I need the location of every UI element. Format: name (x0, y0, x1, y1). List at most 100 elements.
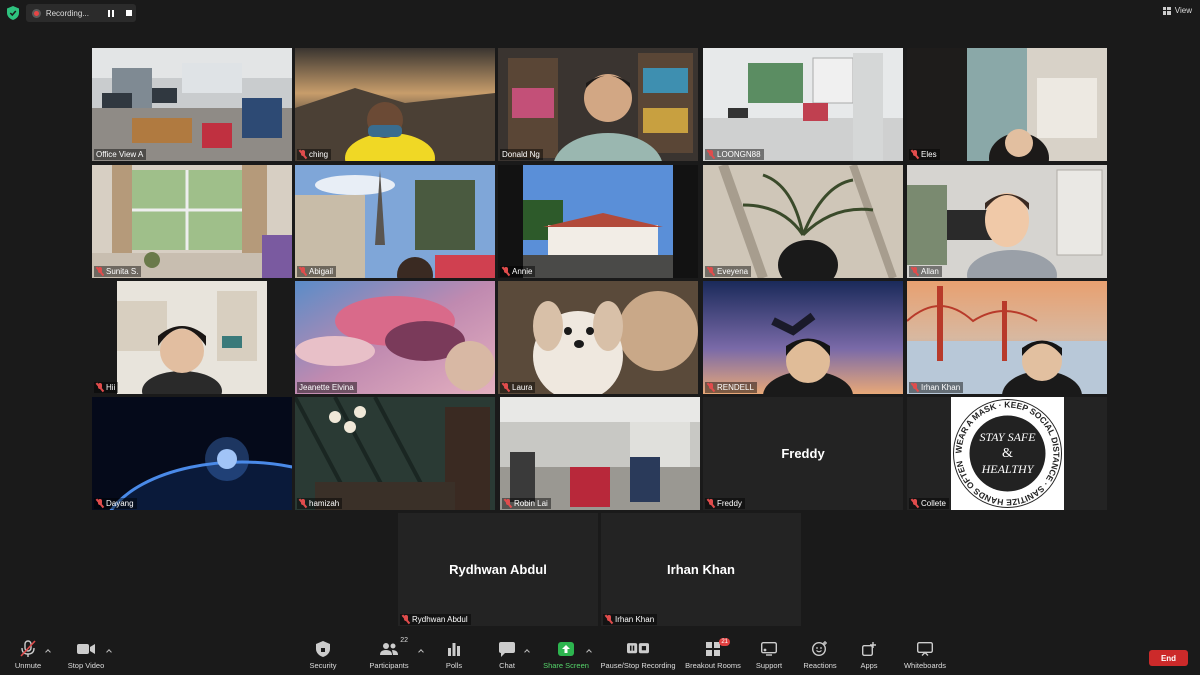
mic-muted-icon (911, 499, 919, 508)
video-tile-abigail[interactable]: Abigail (295, 165, 495, 278)
video-tile-eveyena[interactable]: Eveyena (703, 165, 903, 278)
video-tile-sunita-s[interactable]: Sunita S. (92, 165, 292, 278)
participant-name: Sunita S. (106, 267, 139, 276)
apps-icon (858, 640, 880, 658)
view-button[interactable]: View (1162, 6, 1192, 15)
grid-view-icon (1162, 6, 1171, 15)
video-tile-laura[interactable]: Laura (498, 281, 698, 394)
video-camera-icon (75, 640, 97, 658)
video-tile-irhan-khan-camera[interactable]: Irhan Khan (907, 281, 1107, 394)
pink-clouds-video-feed (295, 281, 495, 394)
video-options-chevron-icon[interactable] (106, 648, 112, 654)
video-tile-hii[interactable]: Hii (92, 281, 292, 394)
video-tile-hamizah[interactable]: hamizah (295, 397, 495, 510)
classroom-video-feed (703, 48, 903, 161)
participant-name-tag: Allan (909, 266, 942, 277)
breakout-rooms-icon: 21 (702, 638, 730, 658)
plant-shadow-video-feed (703, 165, 903, 278)
video-tile-loongn88[interactable]: LOONGN88 (703, 48, 903, 161)
support-icon (758, 640, 780, 658)
earth-from-space-video-feed (92, 397, 292, 510)
top-bar: Recording... View (0, 0, 1200, 26)
video-tile-freddy-no-camera[interactable]: Freddy Freddy (703, 397, 903, 510)
apps-label: Apps (860, 661, 878, 670)
sunset-mountain-video-feed (295, 48, 495, 161)
mic-muted-icon (96, 499, 104, 508)
video-tile-eles[interactable]: Eles (907, 48, 1107, 161)
chat-options-chevron-icon[interactable] (524, 648, 530, 654)
share-options-chevron-icon[interactable] (586, 648, 592, 654)
meeting-toolbar: Unmute Stop Video Security 22 Participan… (0, 636, 1200, 675)
participant-name-tag: Collete (909, 498, 949, 509)
participant-name: Irhan Khan (921, 383, 961, 392)
mic-muted-icon (299, 150, 307, 159)
mic-muted-icon (17, 640, 39, 658)
svg-text:&: & (1002, 446, 1013, 461)
video-tile-rendell[interactable]: RENDELL (703, 281, 903, 394)
participant-name: Jeanette Elvina (299, 383, 354, 392)
pause-recording-button[interactable] (104, 6, 118, 20)
unmute-label: Unmute (14, 661, 42, 670)
participant-name-tag: Freddy (705, 498, 745, 509)
participant-name-tag: Irhan Khan (909, 382, 964, 393)
participant-name-tag: Donald Ng (500, 149, 543, 160)
breakout-rooms-badge: 21 (719, 638, 730, 646)
mic-muted-icon (707, 150, 715, 159)
participant-name: Allan (921, 267, 939, 276)
video-tile-dayang[interactable]: Dayang (92, 397, 292, 510)
video-tile-donald-ng-active-speaker[interactable]: Donald Ng (498, 48, 698, 161)
villa-video-feed (498, 165, 698, 278)
office-video-feed (92, 48, 292, 161)
security-button[interactable]: Security (288, 640, 358, 670)
mic-muted-icon (707, 499, 715, 508)
home-shelf-video-feed (92, 281, 292, 394)
recording-label: Recording... (45, 8, 89, 18)
video-tile-collete[interactable]: WEAR A MASK · KEEP SOCIAL DISTANCE · SAN… (907, 397, 1107, 510)
breakout-rooms-label: Breakout Rooms (685, 661, 741, 670)
participant-name: ching (309, 150, 329, 159)
participant-name-tag: Jeanette Elvina (297, 382, 357, 393)
stop-icon (126, 10, 133, 16)
mic-muted-icon (911, 383, 919, 392)
video-tile-robin-lai[interactable]: Robin Lai (500, 397, 700, 510)
participant-name: Dayang (106, 499, 134, 508)
pause-stop-recording-label: Pause/Stop Recording (600, 661, 676, 670)
video-tile-jeanette-elvina[interactable]: Jeanette Elvina (295, 281, 495, 394)
stop-recording-button[interactable] (122, 6, 136, 20)
mic-muted-icon (504, 499, 512, 508)
end-meeting-button[interactable]: End (1149, 650, 1188, 666)
participant-name-tag: Dayang (94, 498, 137, 509)
participant-name-tag: LOONGN88 (705, 149, 764, 160)
pause-icon (107, 9, 114, 17)
participant-name-tag: hamizah (297, 498, 343, 509)
participant-name-tag: Annie (500, 266, 536, 277)
paris-video-feed (295, 165, 495, 278)
video-tile-ching[interactable]: ching (295, 48, 495, 161)
participant-name-tag: Rydhwan Abdul (400, 614, 471, 625)
participant-name: RENDELL (717, 383, 754, 392)
view-label: View (1174, 6, 1192, 15)
stop-video-button[interactable]: Stop Video (51, 640, 121, 670)
video-tile-allan[interactable]: Allan (907, 165, 1107, 278)
share-screen-label: Share Screen (543, 661, 589, 670)
video-tile-office-view-a[interactable]: Office View A (92, 48, 292, 161)
pause-stop-recording-button[interactable]: Pause/Stop Recording (600, 640, 676, 670)
mic-muted-icon (299, 499, 307, 508)
whiteboards-button[interactable]: Whiteboards (890, 640, 960, 670)
participant-name: hamizah (309, 499, 340, 508)
share-screen-button[interactable]: Share Screen (531, 640, 601, 670)
mic-muted-icon (707, 267, 715, 276)
mic-muted-icon (605, 615, 613, 624)
participant-name-tag: ching (297, 149, 332, 160)
video-tile-annie[interactable]: Annie (498, 165, 698, 278)
record-dot-icon (32, 8, 41, 18)
dark-room-video-feed (295, 397, 495, 510)
video-tile-rydhwan-abdul-no-camera[interactable]: Rydhwan Abdul Rydhwan Abdul (398, 513, 598, 626)
participants-button[interactable]: 22 Participants (354, 637, 424, 670)
participant-name: Donald Ng (502, 150, 540, 159)
participant-name-tag: Hii (94, 382, 119, 393)
video-tile-irhan-khan-no-camera[interactable]: Irhan Khan Irhan Khan (601, 513, 801, 626)
whiteboards-label: Whiteboards (903, 661, 947, 670)
mic-muted-icon (96, 383, 104, 392)
security-shield-icon[interactable] (7, 6, 19, 20)
